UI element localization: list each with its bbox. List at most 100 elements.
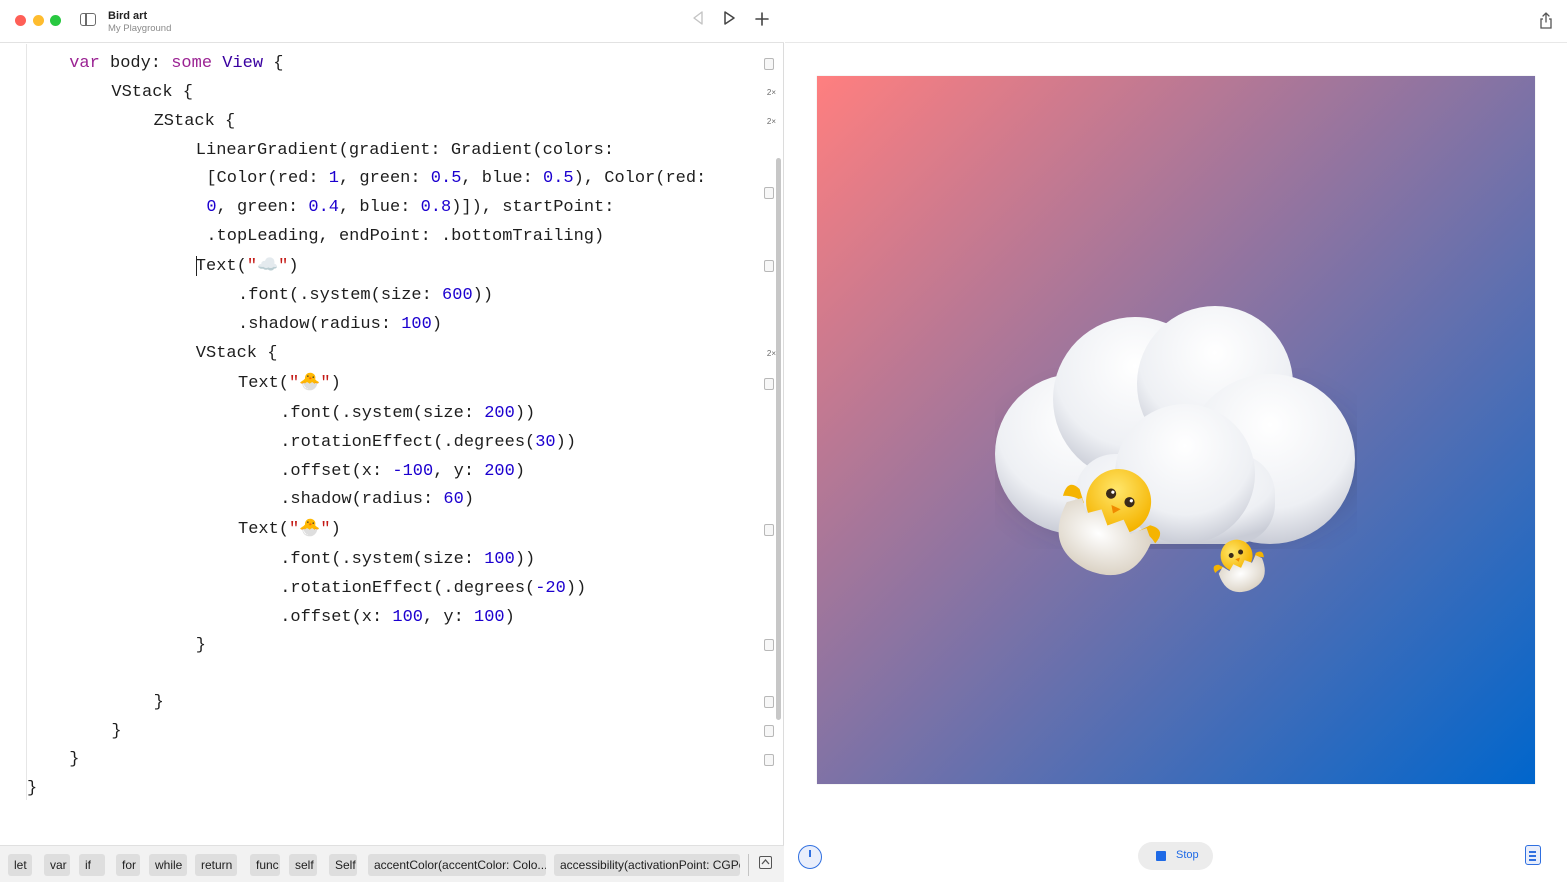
result-badge[interactable]	[764, 754, 774, 766]
back-icon[interactable]	[688, 10, 708, 30]
code-line[interactable]: }	[154, 688, 164, 717]
playground-subtitle: My Playground	[108, 23, 172, 34]
code-token: VStack {	[111, 83, 194, 102]
code-line[interactable]: .font(.system(size: 100))	[280, 545, 535, 574]
code-token: ), Color(red:	[573, 169, 707, 188]
code-line[interactable]: .rotationEffect(.degrees(-20))	[280, 574, 586, 603]
result-badge[interactable]	[764, 260, 774, 272]
code-token: , green:	[216, 198, 309, 217]
speedometer-icon[interactable]	[798, 845, 822, 869]
code-line[interactable]: ZStack {	[154, 107, 236, 136]
document-icon[interactable]	[1525, 845, 1541, 865]
rendered-view	[817, 76, 1535, 784]
code-line[interactable]: .shadow(radius: 100)	[238, 310, 442, 339]
share-icon[interactable]	[1539, 12, 1553, 29]
result-count[interactable]: 2×	[767, 117, 776, 126]
code-token: , y:	[423, 608, 475, 627]
completion-chip[interactable]: for	[116, 854, 140, 876]
code-token: .topLeading, endPoint: .bottomTrailing)	[206, 227, 605, 246]
collapse-icon[interactable]	[759, 856, 772, 869]
code-token: )	[330, 374, 341, 393]
play-icon[interactable]	[719, 10, 739, 30]
code-token: 0.8	[420, 198, 452, 217]
code-token: Text(	[238, 374, 290, 393]
code-token: }	[195, 636, 206, 655]
code-token: 200	[484, 404, 515, 423]
code-token: )	[504, 608, 515, 627]
code-line[interactable]: }	[69, 745, 79, 774]
gutter-line	[26, 44, 27, 800]
code-token: 100	[401, 315, 432, 334]
result-count[interactable]: 2×	[767, 349, 776, 358]
completion-chip[interactable]: if	[79, 854, 105, 876]
result-count[interactable]: 2×	[767, 88, 776, 97]
result-badge[interactable]	[764, 725, 774, 737]
stop-button[interactable]: Stop	[1138, 842, 1213, 870]
code-token: 600	[442, 286, 473, 305]
editor-scrollbar[interactable]	[776, 158, 781, 720]
plus-icon[interactable]	[752, 10, 772, 30]
result-badge[interactable]	[764, 187, 774, 199]
code-line[interactable]: var body: some View {	[69, 49, 283, 78]
code-token: .rotationEffect(.degrees(	[280, 579, 536, 598]
code-line[interactable]: VStack {	[196, 339, 278, 368]
completion-chip[interactable]: accentColor(accentColor: Colo...	[368, 854, 546, 876]
code-line[interactable]: }	[196, 631, 206, 660]
code-line[interactable]: .offset(x: 100, y: 100)	[280, 603, 515, 632]
code-token: }	[153, 693, 164, 712]
code-line[interactable]: }	[27, 774, 37, 803]
code-line[interactable]: .topLeading, endPoint: .bottomTrailing)	[206, 222, 604, 251]
sidebar-icon[interactable]	[80, 13, 96, 26]
code-token: 100	[474, 608, 505, 627]
result-badge[interactable]	[764, 58, 774, 70]
code-line[interactable]: .shadow(radius: 60)	[280, 485, 474, 514]
completion-chip[interactable]: var	[44, 854, 70, 876]
code-line[interactable]: Text("🐣")	[238, 515, 341, 544]
code-editor[interactable]: var body: some View { VStack { ZStack {Lin…	[0, 44, 784, 844]
code-token: .shadow(radius:	[238, 315, 402, 334]
code-token: .font(.system(size:	[280, 550, 485, 569]
code-token: )	[288, 257, 299, 276]
code-line[interactable]: Text("☁️")	[195, 252, 299, 281]
completion-chip[interactable]: accessibility(activationPoint: CGPo	[554, 854, 740, 876]
minimize-window-button[interactable]	[33, 15, 44, 26]
result-badge[interactable]	[764, 524, 774, 536]
code-token: )]), startPoint:	[451, 198, 615, 217]
code-token: {	[263, 54, 284, 73]
code-token: , y:	[433, 462, 485, 481]
code-line[interactable]: LinearGradient(gradient: Gradient(colors…	[196, 136, 614, 165]
completion-chip[interactable]: return	[195, 854, 237, 876]
code-token: , blue:	[338, 198, 421, 217]
zoom-window-button[interactable]	[50, 15, 61, 26]
result-badge[interactable]	[764, 639, 774, 651]
code-token: }	[69, 750, 80, 769]
completion-chip[interactable]: self	[289, 854, 317, 876]
completion-chip[interactable]: let	[8, 854, 32, 876]
code-token: ))	[472, 286, 494, 305]
completion-chip[interactable]: while	[149, 854, 187, 876]
code-token: .rotationEffect(.degrees(	[280, 433, 536, 452]
close-window-button[interactable]	[15, 15, 26, 26]
code-token: -20	[535, 579, 566, 598]
result-badge[interactable]	[764, 378, 774, 390]
code-token: 200	[484, 462, 515, 481]
completion-bar: let var if for while return func self Self accent…	[0, 845, 784, 882]
code-line[interactable]: .offset(x: -100, y: 200)	[280, 457, 525, 486]
code-line[interactable]: 0, green: 0.4, blue: 0.8)]), startPoint:	[206, 193, 614, 222]
code-line[interactable]: [Color(red: 1, green: 0.5, blue: 0.5), C…	[206, 164, 706, 193]
completion-chip[interactable]: func	[250, 854, 280, 876]
code-line[interactable]: .rotationEffect(.degrees(30))	[280, 428, 576, 457]
code-token: View	[222, 54, 264, 73]
code-line[interactable]: }	[111, 717, 121, 746]
code-line[interactable]: .font(.system(size: 600))	[238, 281, 493, 310]
result-badge[interactable]	[764, 696, 774, 708]
code-token: , blue:	[461, 169, 544, 188]
code-token: )	[330, 520, 341, 539]
completion-chip[interactable]: Self	[329, 854, 357, 876]
code-line[interactable]: .font(.system(size: 200))	[280, 399, 535, 428]
live-view-pane: Stop	[785, 0, 1567, 882]
code-line[interactable]: Text("🐣")	[238, 369, 341, 398]
code-line[interactable]: VStack {	[111, 78, 193, 107]
code-token: 0.5	[543, 169, 574, 188]
